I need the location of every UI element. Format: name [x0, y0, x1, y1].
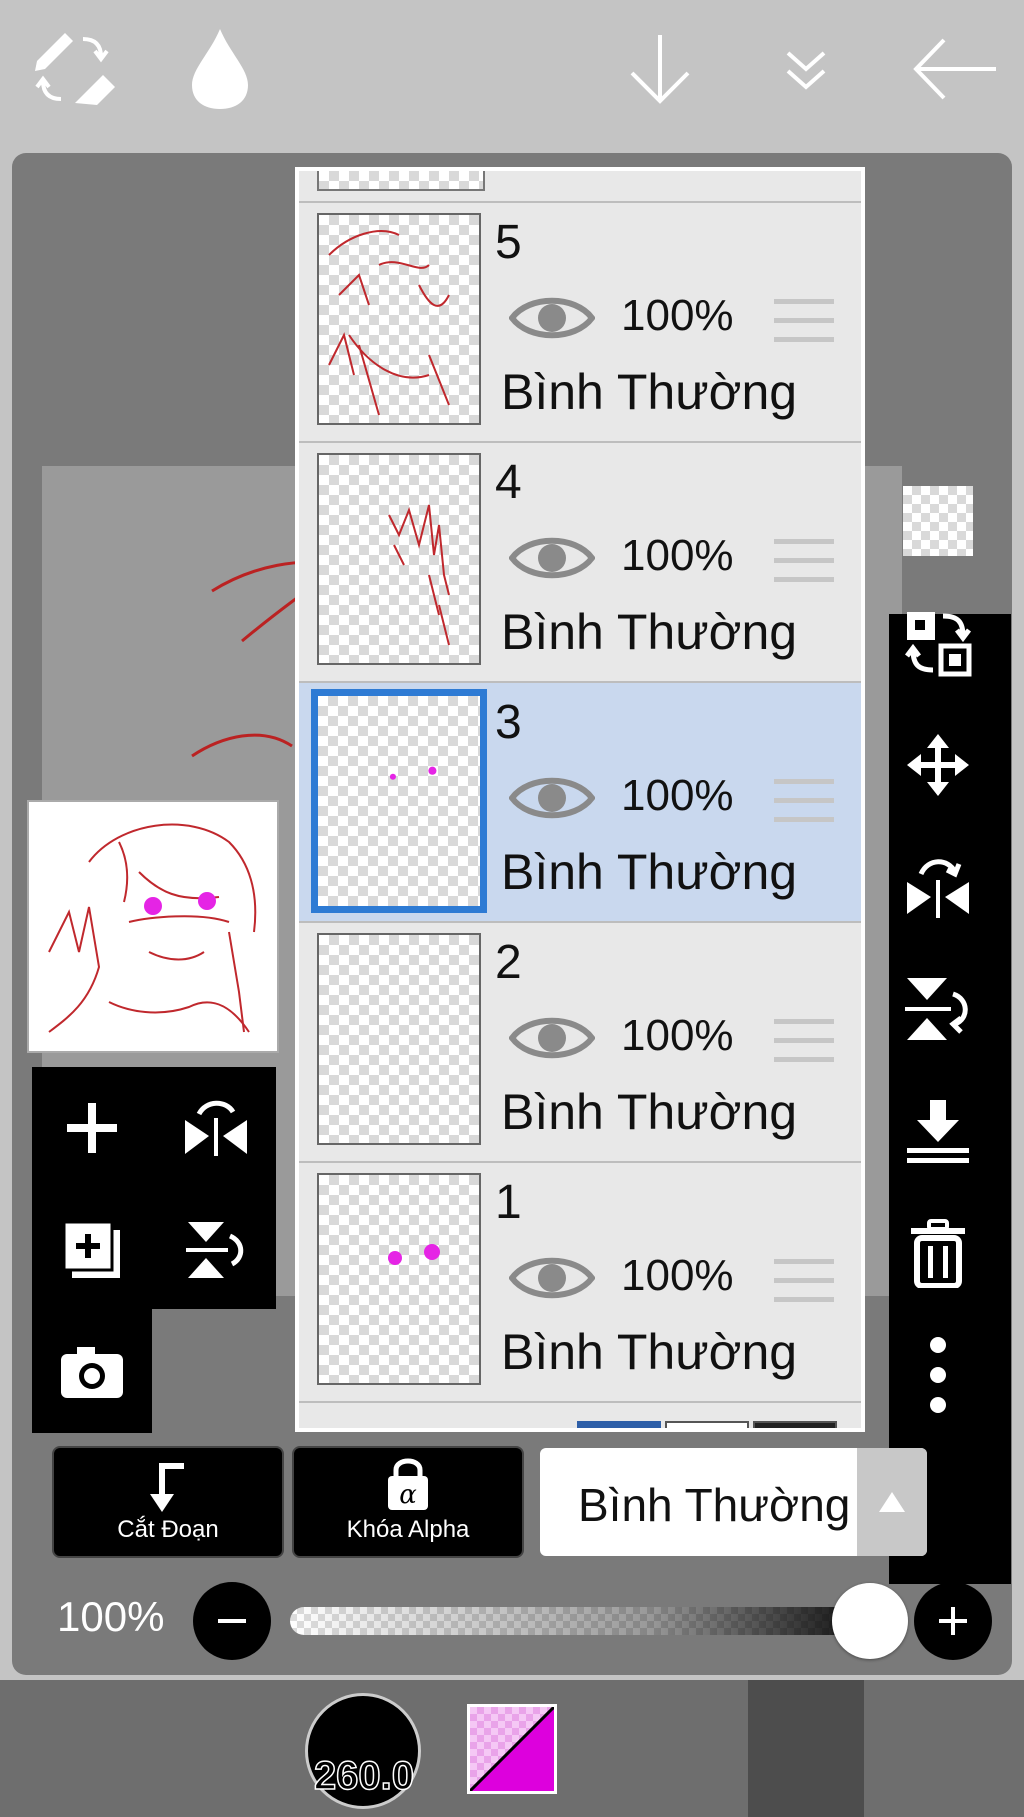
layer-row-1[interactable]: 1 100% Bình Thường: [299, 1163, 861, 1403]
back-arrow-icon[interactable]: [900, 0, 1010, 137]
layer-row-2[interactable]: 2 100% Bình Thường: [299, 923, 861, 1163]
canvas-preview[interactable]: [27, 800, 279, 1053]
camera-icon[interactable]: [52, 1332, 132, 1412]
merge-down-icon[interactable]: [901, 1094, 975, 1168]
opacity-increase-button[interactable]: [914, 1582, 992, 1660]
svg-text:α: α: [399, 1480, 417, 1510]
minus-icon: [218, 1619, 246, 1623]
layer-menu-chevron-icon[interactable]: [748, 0, 864, 137]
layer-blend-mode: Bình Thường: [501, 844, 798, 900]
layer-thumbnail[interactable]: [317, 933, 481, 1145]
opacity-slider-track[interactable]: [290, 1607, 890, 1635]
flip-vertical-icon[interactable]: [176, 1210, 256, 1290]
eye-icon[interactable]: [508, 1253, 596, 1303]
flip-horizontal-icon[interactable]: [901, 850, 975, 924]
add-layer-icon[interactable]: [52, 1088, 132, 1168]
flip-horizontal-icon[interactable]: [176, 1088, 256, 1168]
blend-mode-select[interactable]: Bình Thường: [540, 1448, 927, 1556]
layer-thumbnail[interactable]: [311, 689, 487, 913]
layer-number: 3: [495, 696, 522, 749]
swap-layer-icon[interactable]: [901, 606, 975, 680]
layer-number: 1: [495, 1176, 522, 1229]
arrow-down-icon[interactable]: [612, 0, 708, 137]
brush-size-value: 260.0: [313, 1753, 415, 1799]
layer-blend-mode: Bình Thường: [501, 364, 798, 420]
layer-blend-mode: Bình Thường: [501, 1084, 798, 1140]
layer-number: 5: [495, 216, 522, 269]
more-icon[interactable]: [901, 1337, 975, 1413]
layer-row-5[interactable]: 5 100% Bình Thường: [299, 203, 861, 443]
drag-handle-icon[interactable]: [774, 779, 834, 825]
layer-blend-mode: Bình Thường: [501, 604, 798, 660]
drop-icon[interactable]: [170, 0, 270, 137]
layer-6-partial[interactable]: [299, 171, 861, 203]
layer-thumbnail[interactable]: [317, 1173, 481, 1385]
layer-number: 2: [495, 936, 522, 989]
layer-row-3[interactable]: 3 100% Bình Thường: [299, 683, 861, 923]
eye-icon[interactable]: [508, 293, 596, 343]
alpha-lock-button[interactable]: α Khóa Alpha: [292, 1446, 524, 1558]
layer-opacity: 100%: [621, 291, 734, 340]
clipping-button[interactable]: Cắt Đoạn: [52, 1446, 284, 1558]
lock-icon: α: [388, 1458, 428, 1510]
flip-vertical-icon[interactable]: [901, 972, 975, 1046]
layer-row-4[interactable]: 4 100% Bình Thường: [299, 443, 861, 683]
drag-handle-icon[interactable]: [774, 539, 834, 585]
drag-handle-icon[interactable]: [774, 1019, 834, 1065]
brush-eraser-swap-icon[interactable]: [18, 0, 128, 137]
layer-opacity: 100%: [621, 1011, 734, 1060]
blend-mode-value: Bình Thường: [578, 1479, 851, 1531]
layer-blend-mode: Bình Thường: [501, 1324, 798, 1380]
clipping-label: Cắt Đoạn: [117, 1516, 219, 1543]
layer-list: 5 100% Bình Thường 4 100% Bình Thường 3 …: [295, 167, 865, 1432]
opacity-decrease-button[interactable]: [193, 1582, 271, 1660]
plus-icon: [939, 1607, 967, 1635]
drag-handle-icon[interactable]: [774, 299, 834, 345]
alpha-lock-label: Khóa Alpha: [346, 1516, 470, 1543]
layer-thumbnail[interactable]: [317, 453, 481, 665]
layer-opacity: 100%: [621, 1251, 734, 1300]
transparent-layer-icon[interactable]: [901, 484, 975, 558]
layer-list-footer: [299, 1403, 861, 1428]
triangle-up-icon[interactable]: [857, 1448, 927, 1556]
layer-opacity: 100%: [621, 531, 734, 580]
color-swatch[interactable]: [467, 1704, 557, 1794]
duplicate-layer-icon[interactable]: [52, 1210, 132, 1290]
layer-number: 4: [495, 456, 522, 509]
eye-icon[interactable]: [508, 773, 596, 823]
layer-opacity: 100%: [621, 771, 734, 820]
opacity-value: 100%: [57, 1593, 165, 1640]
layer-thumbnail[interactable]: [317, 213, 481, 425]
layer-menu-button-bg: [748, 1680, 864, 1817]
eye-icon[interactable]: [508, 1013, 596, 1063]
move-icon[interactable]: [901, 728, 975, 802]
trash-icon[interactable]: [901, 1216, 975, 1290]
drag-handle-icon[interactable]: [774, 1259, 834, 1305]
eye-icon[interactable]: [508, 533, 596, 583]
opacity-slider-thumb[interactable]: [832, 1583, 908, 1659]
